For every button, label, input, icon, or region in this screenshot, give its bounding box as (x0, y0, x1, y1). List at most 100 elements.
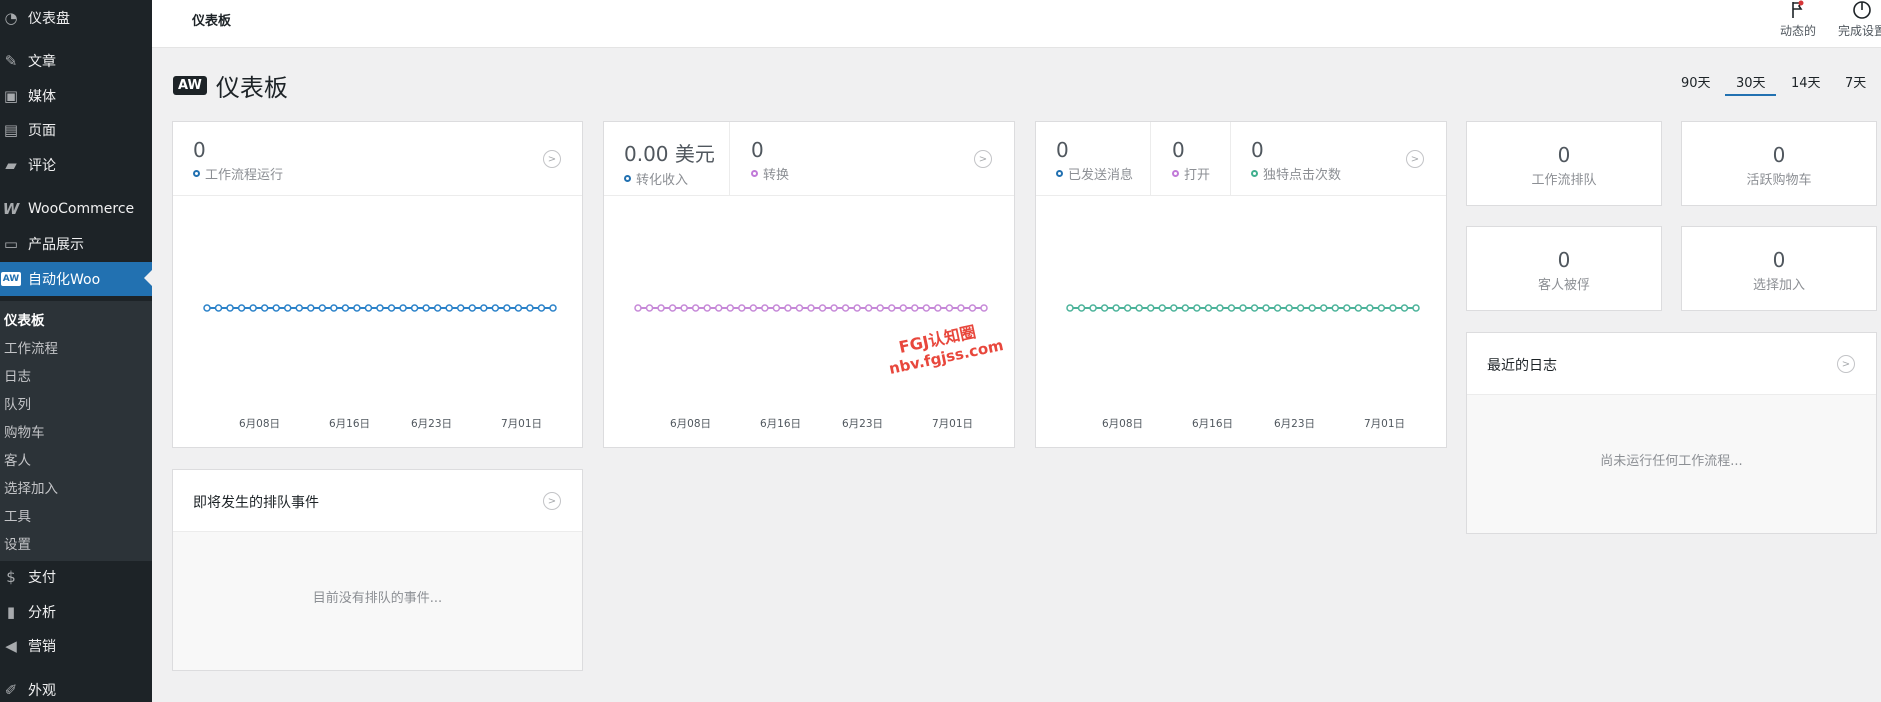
data-point[interactable] (911, 304, 919, 312)
data-point[interactable] (491, 304, 500, 312)
data-point[interactable] (307, 304, 315, 312)
data-point[interactable] (226, 304, 234, 312)
data-point[interactable] (1366, 304, 1374, 312)
data-point[interactable] (318, 304, 327, 312)
data-point[interactable] (830, 304, 838, 312)
data-point[interactable] (387, 304, 396, 312)
data-point[interactable] (1112, 304, 1120, 312)
data-point[interactable] (703, 304, 711, 312)
range-tab-30[interactable]: 30天 (1736, 72, 1766, 91)
data-point[interactable] (714, 304, 723, 312)
data-point[interactable] (203, 304, 211, 312)
data-point[interactable] (657, 304, 665, 312)
data-point[interactable] (376, 304, 384, 312)
data-point[interactable] (1077, 304, 1086, 312)
data-point[interactable] (899, 304, 908, 312)
data-point[interactable] (514, 304, 523, 312)
data-point[interactable] (480, 304, 488, 312)
data-point[interactable] (537, 304, 546, 312)
stat-active-carts[interactable]: 0 活跃购物车 (1681, 121, 1877, 206)
data-point[interactable] (934, 304, 942, 312)
data-point[interactable] (1400, 304, 1409, 312)
data-point[interactable] (738, 304, 746, 312)
data-point[interactable] (526, 304, 534, 312)
data-point[interactable] (1273, 304, 1282, 312)
menu-item-analytics[interactable]: ▮ 分析 (0, 596, 152, 628)
data-point[interactable] (1319, 304, 1328, 312)
data-point[interactable] (968, 304, 977, 312)
submenu-guests[interactable]: 客人 (4, 449, 31, 469)
data-point[interactable] (680, 304, 688, 312)
data-point[interactable] (1181, 304, 1190, 312)
data-point[interactable] (691, 304, 700, 312)
data-point[interactable] (1158, 304, 1167, 312)
data-point[interactable] (341, 304, 350, 312)
data-point[interactable] (1216, 304, 1224, 312)
data-point[interactable] (818, 304, 827, 312)
submenu-optins[interactable]: 选择加入 (4, 477, 58, 497)
menu-item-woocommerce[interactable]: W WooCommerce (0, 193, 152, 225)
submenu-workflows[interactable]: 工作流程 (4, 337, 58, 357)
data-point[interactable] (1377, 304, 1386, 312)
data-point[interactable] (549, 304, 557, 312)
data-point[interactable] (668, 304, 677, 312)
range-tab-7[interactable]: 7天 (1845, 72, 1866, 91)
submenu-carts[interactable]: 购物车 (4, 421, 45, 441)
data-point[interactable] (945, 304, 954, 312)
data-point[interactable] (772, 304, 781, 312)
data-point[interactable] (445, 304, 453, 312)
data-point[interactable] (761, 304, 769, 312)
data-point[interactable] (1170, 304, 1178, 312)
data-point[interactable] (237, 304, 246, 312)
data-point[interactable] (410, 304, 419, 312)
menu-item-media[interactable]: ▣ 媒体 (0, 80, 152, 112)
data-point[interactable] (1066, 304, 1074, 312)
data-point[interactable] (749, 304, 758, 312)
data-point[interactable] (260, 304, 269, 312)
data-point[interactable] (1193, 304, 1201, 312)
activity-button[interactable]: 动态的 (1768, 0, 1828, 39)
menu-item-dashboard[interactable]: ◔ 仪表盘 (0, 2, 152, 34)
data-point[interactable] (1389, 304, 1397, 312)
submenu-dashboard[interactable]: 仪表板 (4, 309, 45, 329)
data-point[interactable] (784, 304, 792, 312)
data-point[interactable] (1331, 304, 1340, 312)
data-point[interactable] (841, 304, 850, 312)
data-point[interactable] (807, 304, 815, 312)
data-point[interactable] (295, 304, 304, 312)
menu-item-marketing[interactable]: ◀ 营销 (0, 630, 152, 662)
data-point[interactable] (1412, 304, 1420, 312)
data-point[interactable] (876, 304, 884, 312)
finish-setup-button[interactable]: 完成设置 (1832, 0, 1881, 39)
stat-queued-workflows[interactable]: 0 工作流排队 (1466, 121, 1662, 206)
view-workflows-arrow-icon[interactable]: > (543, 150, 561, 168)
data-point[interactable] (864, 304, 873, 312)
data-point[interactable] (1135, 304, 1143, 312)
data-point[interactable] (353, 304, 361, 312)
data-point[interactable] (1204, 304, 1213, 312)
stat-optins[interactable]: 0 选择加入 (1681, 226, 1877, 311)
view-queue-arrow-icon[interactable]: > (543, 492, 561, 510)
data-point[interactable] (1239, 304, 1247, 312)
data-point[interactable] (503, 304, 511, 312)
data-point[interactable] (1308, 304, 1316, 312)
view-messages-arrow-icon[interactable]: > (1406, 150, 1424, 168)
data-point[interactable] (422, 304, 430, 312)
data-point[interactable] (272, 304, 280, 312)
data-point[interactable] (853, 304, 861, 312)
data-point[interactable] (249, 304, 257, 312)
menu-item-appearance[interactable]: ✐ 外观 (0, 674, 152, 702)
data-point[interactable] (1250, 304, 1259, 312)
data-point[interactable] (957, 304, 965, 312)
data-point[interactable] (330, 304, 338, 312)
menu-item-comments[interactable]: ▰ 评论 (0, 149, 152, 181)
data-point[interactable] (1285, 304, 1293, 312)
data-point[interactable] (1354, 304, 1363, 312)
data-point[interactable] (1146, 304, 1155, 312)
view-conversions-arrow-icon[interactable]: > (974, 150, 992, 168)
data-point[interactable] (634, 304, 642, 312)
menu-item-payments[interactable]: $ 支付 (0, 561, 152, 593)
data-point[interactable] (1100, 304, 1109, 312)
data-point[interactable] (364, 304, 373, 312)
data-point[interactable] (1089, 304, 1097, 312)
